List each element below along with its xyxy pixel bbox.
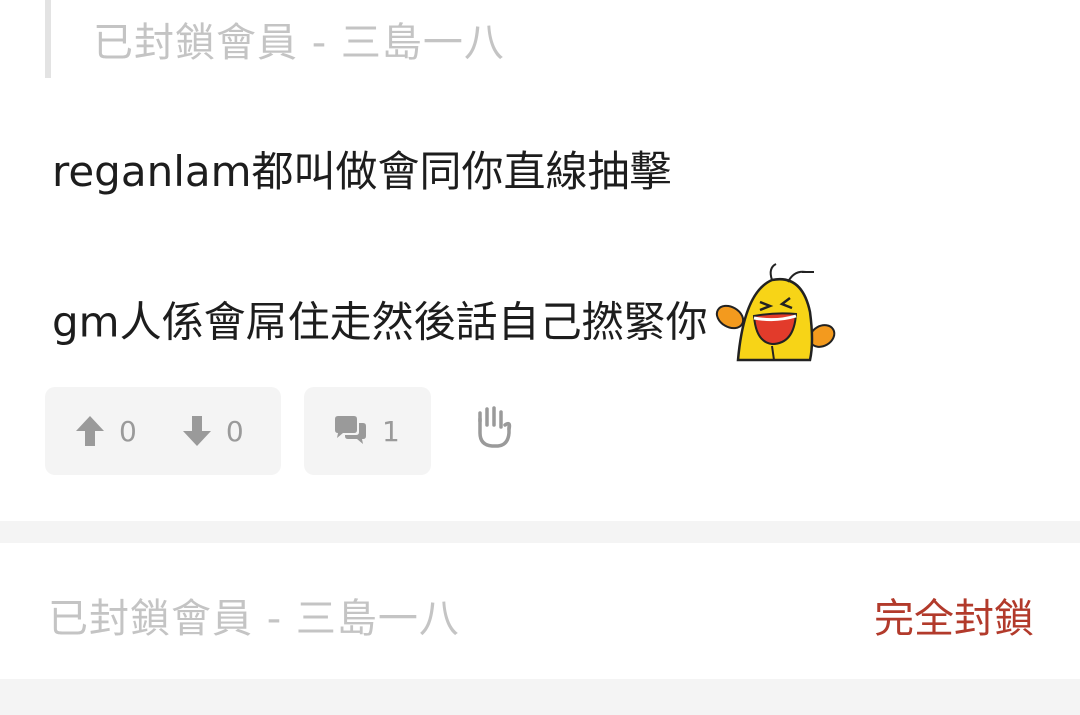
- post-line-2-text: gm人係會屌住走然後話自己撚緊你: [52, 297, 708, 347]
- comments-icon: [332, 416, 368, 446]
- arrow-up-icon: [75, 415, 105, 447]
- post-line-1: reganlam都叫做會同你直線抽擊: [52, 147, 672, 196]
- reply-content: 1: [332, 415, 400, 448]
- blocked-member-name: 已封鎖會員 - 三島一八: [48, 596, 460, 642]
- arrow-down-icon: [182, 415, 212, 447]
- quoted-author: 已封鎖會員 - 三島一八: [93, 20, 505, 66]
- downvote-count: 0: [225, 414, 244, 448]
- section-divider-bottom: [0, 679, 1080, 715]
- report-button[interactable]: [472, 405, 514, 449]
- reply-button[interactable]: 1: [304, 387, 431, 475]
- post-line-2: gm人係會屌住走然後話自己撚緊你: [52, 263, 840, 380]
- laughing-sticker-icon: [710, 262, 840, 372]
- downvote-button[interactable]: 0: [182, 415, 244, 448]
- upvote-button[interactable]: 0: [75, 415, 137, 448]
- block-completely-button[interactable]: 完全封鎖: [874, 586, 1034, 644]
- reply-count: 1: [382, 414, 400, 448]
- upvote-count: 0: [119, 414, 137, 448]
- quoted-block: 已封鎖會員 - 三島一八: [45, 0, 505, 78]
- hand-report-icon: [472, 405, 514, 449]
- vote-bar: 0 0: [45, 387, 281, 475]
- section-divider: [0, 521, 1080, 543]
